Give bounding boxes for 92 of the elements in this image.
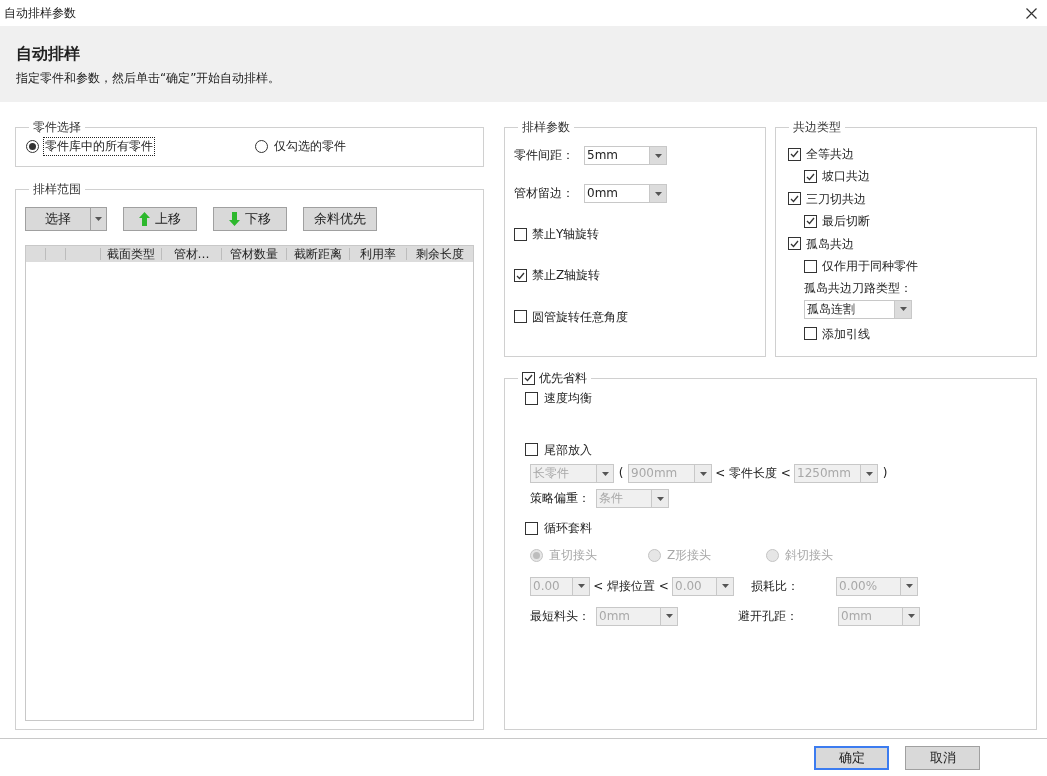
caret-icon (656, 496, 664, 501)
checkmark-icon (516, 271, 525, 280)
caret-icon (654, 191, 662, 196)
caret-icon (865, 471, 873, 476)
radio-button[interactable] (255, 140, 268, 153)
checkbox-label: 坡口共边 (822, 169, 870, 184)
checkmark-icon (790, 150, 799, 159)
checkbox[interactable] (514, 269, 527, 283)
dropdown[interactable]: 5mm (584, 146, 667, 165)
dialog-button[interactable]: 确定 (814, 745, 889, 770)
checkbox-label: 速度均衡 (544, 391, 592, 406)
field-label: 策略偏重： (530, 491, 590, 506)
panel-title: 零件选择 (32, 119, 82, 136)
caret-icon (899, 307, 907, 312)
column-header[interactable]: 截面类型 (100, 248, 161, 260)
up-arrow-icon (139, 212, 150, 226)
column-header[interactable]: 利用率 (349, 248, 406, 260)
checkbox[interactable] (525, 392, 538, 406)
caret-icon (907, 614, 915, 619)
checkbox-label: 禁止Y轴旋转 (532, 227, 600, 242)
checkbox-label: 全等共边 (806, 147, 854, 162)
caret-icon (654, 153, 662, 158)
checkbox-label: 尾部放入 (544, 442, 592, 458)
checkbox[interactable] (788, 192, 801, 206)
checkbox[interactable] (514, 227, 527, 241)
checkbox-label: 循环套料 (544, 521, 592, 536)
radio-label: 零件库中的所有零件 (44, 138, 154, 155)
checkbox[interactable] (804, 214, 817, 228)
down-arrow-icon (229, 212, 240, 226)
checkbox-label: 最后切断 (822, 214, 870, 229)
checkbox[interactable] (804, 259, 817, 273)
checkbox[interactable] (522, 371, 535, 385)
checkbox[interactable] (804, 170, 817, 184)
dialog-button[interactable]: 取消 (905, 745, 980, 770)
dropdown-toggle[interactable] (91, 207, 107, 231)
radio-button[interactable] (26, 140, 39, 153)
panel-title: 排样范围 (32, 181, 82, 198)
column-header[interactable]: 截断距离 (286, 248, 349, 260)
close-icon[interactable] (1026, 7, 1037, 19)
checkmark-icon (806, 217, 815, 226)
field-label: 零件间距： (514, 148, 574, 163)
field-label: 损耗比： (751, 578, 799, 594)
caret-icon (905, 584, 913, 589)
checkbox-label: 添加引线 (822, 326, 870, 342)
caret-icon (95, 217, 102, 221)
checkbox[interactable] (525, 443, 538, 457)
field-label: 管材留边： (514, 186, 574, 201)
checkbox[interactable] (788, 237, 801, 251)
column-header[interactable]: 管材… (161, 248, 221, 260)
move-down-button[interactable]: 下移 (213, 207, 287, 231)
checkmark-icon (524, 374, 533, 383)
checkbox-label: 禁止Z轴旋转 (532, 268, 601, 283)
checkmark-icon (790, 194, 799, 203)
checkbox[interactable] (514, 310, 527, 324)
checkbox-label: 孤岛共边 (806, 236, 854, 251)
field-label: 避开孔距： (738, 608, 798, 624)
checkbox-label: 圆管旋转任意角度 (532, 309, 628, 325)
dialog-description: 指定零件和参数，然后单击“确定”开始自动排样。 (16, 71, 282, 86)
checkbox-label: 仅作用于同种零件 (822, 258, 918, 274)
dropdown[interactable]: 孤岛连割 (804, 299, 912, 319)
caret-icon (665, 614, 673, 619)
checkmark-icon (806, 172, 815, 181)
field-label: < 零件长度 < (715, 466, 791, 481)
caret-icon (601, 471, 609, 476)
radio-label: Z形接头 (666, 546, 713, 564)
column-header[interactable]: 剩余长度 (406, 248, 473, 260)
radio-label: 直切接头 (548, 546, 598, 564)
column-header[interactable]: 管材数量 (221, 248, 286, 260)
radio-label: 仅勾选的零件 (273, 138, 347, 155)
field-label: < 焊接位置 < (593, 578, 669, 594)
caret-icon (721, 584, 729, 589)
caret-icon (577, 584, 585, 589)
window-title: 自动排样参数 (4, 5, 76, 21)
checkbox[interactable] (804, 327, 817, 341)
radio-label: 斜切接头 (784, 546, 834, 564)
move-up-button[interactable]: 上移 (123, 207, 197, 231)
checkbox-label: 优先省料 (539, 371, 587, 386)
checkmark-icon (790, 239, 799, 248)
button[interactable]: 余料优先 (303, 207, 377, 231)
field-label: ( (618, 466, 624, 481)
panel-title: 排样参数 (521, 119, 571, 136)
dialog-heading: 自动排样 (16, 44, 81, 64)
panel-title: 共边类型 (792, 119, 842, 136)
checkbox-label: 三刀切共边 (806, 191, 866, 207)
caret-icon (699, 471, 707, 476)
field-label: ) (882, 466, 888, 481)
field-label: 最短料头： (530, 608, 590, 624)
dropdown[interactable]: 0mm (584, 184, 667, 203)
field-label: 孤岛共边刀路类型： (804, 281, 912, 296)
checkbox[interactable] (525, 521, 538, 535)
checkbox[interactable] (788, 147, 801, 161)
select-button[interactable]: 选择 (25, 207, 91, 231)
